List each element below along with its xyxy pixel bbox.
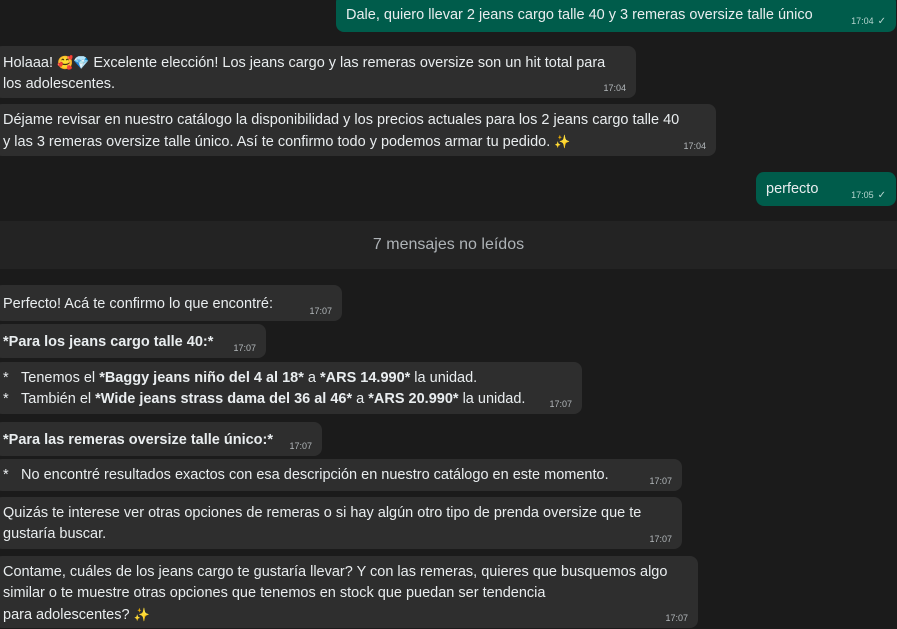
message-text: *Para los jeans cargo talle 40:* [3, 334, 214, 350]
incoming-message[interactable]: Contame, cuáles de los jeans cargo te gu… [0, 556, 698, 628]
message-text: gustaría buscar. [3, 526, 107, 542]
message-time: 17:07 [233, 343, 256, 353]
list-item: * Tenemos el *Baggy jeans niño del 4 al … [3, 368, 572, 389]
message-text: También el [21, 391, 96, 407]
message-text: Dale, quiero llevar 2 jeans cargo talle … [346, 7, 813, 23]
chat-panel: Dale, quiero llevar 2 jeans cargo talle … [0, 0, 897, 629]
incoming-message[interactable]: *Para las remeras oversize talle único:*… [0, 422, 322, 456]
message-time: 17:04 ✓ [851, 16, 886, 27]
read-check-icon: ✓ [877, 16, 886, 27]
bullet-marker: * [3, 467, 9, 483]
message-text: Déjame revisar en nuestro catálogo la di… [3, 112, 680, 128]
incoming-message[interactable]: Déjame revisar en nuestro catálogo la di… [0, 104, 716, 156]
message-text: *Para las remeras oversize talle único:* [3, 432, 274, 448]
message-text: a [303, 370, 320, 386]
message-text: No encontré resultados exactos con esa d… [21, 467, 609, 483]
incoming-message[interactable]: *Para los jeans cargo talle 40:* 17:07 [0, 324, 266, 358]
message-text: Holaaa! [3, 55, 58, 71]
incoming-message[interactable]: Quizás te interese ver otras opciones de… [0, 497, 682, 549]
sparkles-icon: ✨ [554, 134, 571, 149]
unread-messages-divider: 7 mensajes no leídos [0, 221, 897, 269]
message-time: 17:07 [665, 613, 688, 623]
message-text: Perfecto! Acá te confirmo lo que encontr… [3, 296, 274, 312]
incoming-message[interactable]: * Tenemos el *Baggy jeans niño del 4 al … [0, 362, 582, 414]
list-item: * También el *Wide jeans strass dama del… [3, 389, 572, 410]
message-text: la unidad. [458, 391, 526, 407]
incoming-message[interactable]: Holaaa! 🥰💎 Excelente elección! Los jeans… [0, 46, 636, 98]
message-time: 17:07 [649, 476, 672, 486]
message-text: los adolescentes. [3, 76, 116, 92]
message-text: la unidad. [410, 370, 478, 386]
message-time: 17:07 [649, 534, 672, 544]
product-name: *Baggy jeans niño del 4 al 18* [99, 370, 304, 386]
product-price: *ARS 20.990* [368, 391, 459, 407]
incoming-message[interactable]: Perfecto! Acá te confirmo lo que encontr… [0, 285, 342, 321]
emoji-icon: 🥰💎 [57, 55, 90, 70]
message-text: similar o te muestre otras opciones que … [3, 585, 546, 601]
outgoing-message[interactable]: Dale, quiero llevar 2 jeans cargo talle … [336, 0, 896, 32]
message-time: 17:04 [683, 141, 706, 151]
sparkles-icon: ✨ [133, 607, 150, 622]
message-text: Contame, cuáles de los jeans cargo te gu… [3, 564, 668, 580]
list-item: * No encontré resultados exactos con esa… [3, 465, 672, 486]
message-time: 17:05 ✓ [851, 190, 886, 201]
message-time: 17:04 [603, 83, 626, 93]
message-time: 17:07 [309, 306, 332, 316]
message-text: para adolescentes? [3, 607, 134, 623]
message-text: Quizás te interese ver otras opciones de… [3, 505, 642, 521]
message-text: Tenemos el [21, 370, 100, 386]
unread-count-label: 7 mensajes no leídos [372, 236, 525, 253]
product-name: *Wide jeans strass dama del 36 al 46* [95, 391, 353, 407]
read-check-icon: ✓ [877, 190, 886, 201]
message-time: 17:07 [289, 441, 312, 451]
bullet-marker: * [3, 391, 9, 407]
message-text: y las 3 remeras oversize talle único. As… [3, 134, 555, 150]
message-time: 17:07 [549, 399, 572, 409]
message-text: a [352, 391, 369, 407]
message-text: Excelente elección! Los jeans cargo y la… [89, 55, 606, 71]
outgoing-message[interactable]: perfecto 17:05 ✓ [756, 172, 896, 206]
bullet-marker: * [3, 370, 9, 386]
incoming-message[interactable]: * No encontré resultados exactos con esa… [0, 459, 682, 491]
product-price: *ARS 14.990* [320, 370, 411, 386]
message-text: perfecto [766, 181, 819, 197]
